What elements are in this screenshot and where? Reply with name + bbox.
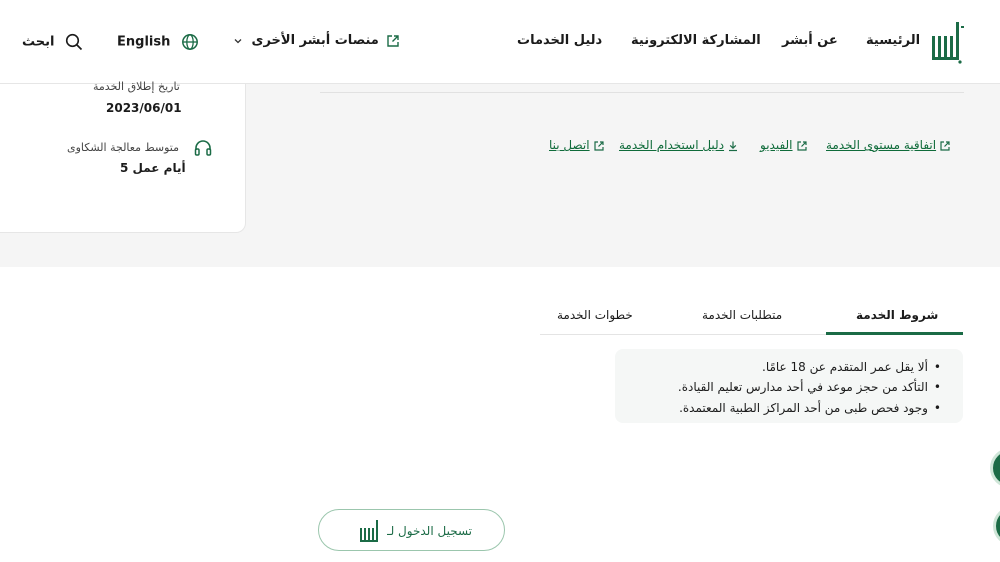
condition-item: وجود فحص طبى من أحد المراكز الطبية المعت… bbox=[679, 401, 941, 415]
nav-other-platforms-label: منصات أبشر الأخرى bbox=[251, 33, 379, 48]
floating-action-button[interactable] bbox=[990, 448, 1000, 488]
tab-conditions[interactable]: شروط الخدمة bbox=[856, 308, 938, 322]
search-label: ابحث bbox=[22, 34, 55, 50]
floating-action-button[interactable] bbox=[993, 506, 1000, 546]
search-icon bbox=[65, 33, 83, 51]
language-label: English bbox=[117, 34, 171, 50]
chevron-down-icon bbox=[234, 38, 242, 43]
link-video[interactable]: الفيديو bbox=[760, 138, 808, 152]
complaints-value: 5 أيام عمل bbox=[120, 161, 186, 175]
external-link-icon bbox=[796, 140, 807, 151]
launch-date-value: 2023/06/01 bbox=[106, 101, 182, 115]
link-sla-label: اتفاقية مستوى الخدمة bbox=[826, 138, 937, 152]
login-button-label: تسجيل الدخول لـ bbox=[387, 524, 472, 538]
login-button[interactable]: تسجيل الدخول لـ bbox=[318, 509, 505, 551]
link-user-guide[interactable]: دليل استخدام الخدمة bbox=[619, 138, 739, 152]
download-icon bbox=[729, 141, 738, 151]
nav-eparticipation[interactable]: المشاركة الالكترونية bbox=[631, 33, 761, 48]
service-info-card: تاريخ إطلاق الخدمة 2023/06/01 متوسط معال… bbox=[0, 80, 246, 233]
link-user-guide-label: دليل استخدام الخدمة bbox=[619, 138, 725, 152]
nav-services-guide[interactable]: دليل الخدمات bbox=[517, 33, 602, 48]
complaints-label: متوسط معالجة الشكاوى bbox=[67, 141, 180, 154]
link-video-label: الفيديو bbox=[760, 138, 793, 152]
conditions-panel: ألا يقل عمر المتقدم عن 18 عامًا. التأكد … bbox=[615, 349, 963, 423]
external-link-icon bbox=[387, 34, 400, 47]
external-link-icon bbox=[940, 140, 950, 151]
globe-icon bbox=[181, 34, 198, 50]
headphones-icon bbox=[194, 140, 212, 156]
nav-other-platforms[interactable]: منصات أبشر الأخرى bbox=[233, 33, 400, 48]
active-tab-indicator bbox=[826, 332, 963, 335]
abshir-logo bbox=[360, 520, 378, 542]
link-contact-label: اتصل بنا bbox=[549, 138, 590, 152]
condition-item: ألا يقل عمر المتقدم عن 18 عامًا. bbox=[762, 360, 941, 374]
launch-date-label: تاريخ إطلاق الخدمة bbox=[93, 80, 180, 93]
tab-steps[interactable]: خطوات الخدمة bbox=[557, 308, 633, 322]
language-switch[interactable]: English bbox=[117, 33, 199, 51]
top-header: الرئيسية عن أبشر المشاركة الالكترونية دل… bbox=[0, 0, 1000, 84]
external-link-icon bbox=[594, 140, 604, 151]
search-button[interactable]: ابحث bbox=[22, 33, 83, 51]
link-contact[interactable]: اتصل بنا bbox=[549, 138, 605, 152]
nav-home[interactable]: الرئيسية bbox=[866, 33, 920, 48]
link-sla[interactable]: اتفاقية مستوى الخدمة bbox=[826, 138, 951, 152]
nav-about[interactable]: عن أبشر bbox=[782, 33, 838, 48]
section-divider bbox=[320, 92, 964, 93]
tab-requirements[interactable]: متطلبات الخدمة bbox=[702, 308, 782, 322]
condition-item: التأكد من حجز موعد في أحد مدارس تعليم ال… bbox=[678, 380, 941, 394]
abshir-logo[interactable] bbox=[930, 18, 966, 64]
